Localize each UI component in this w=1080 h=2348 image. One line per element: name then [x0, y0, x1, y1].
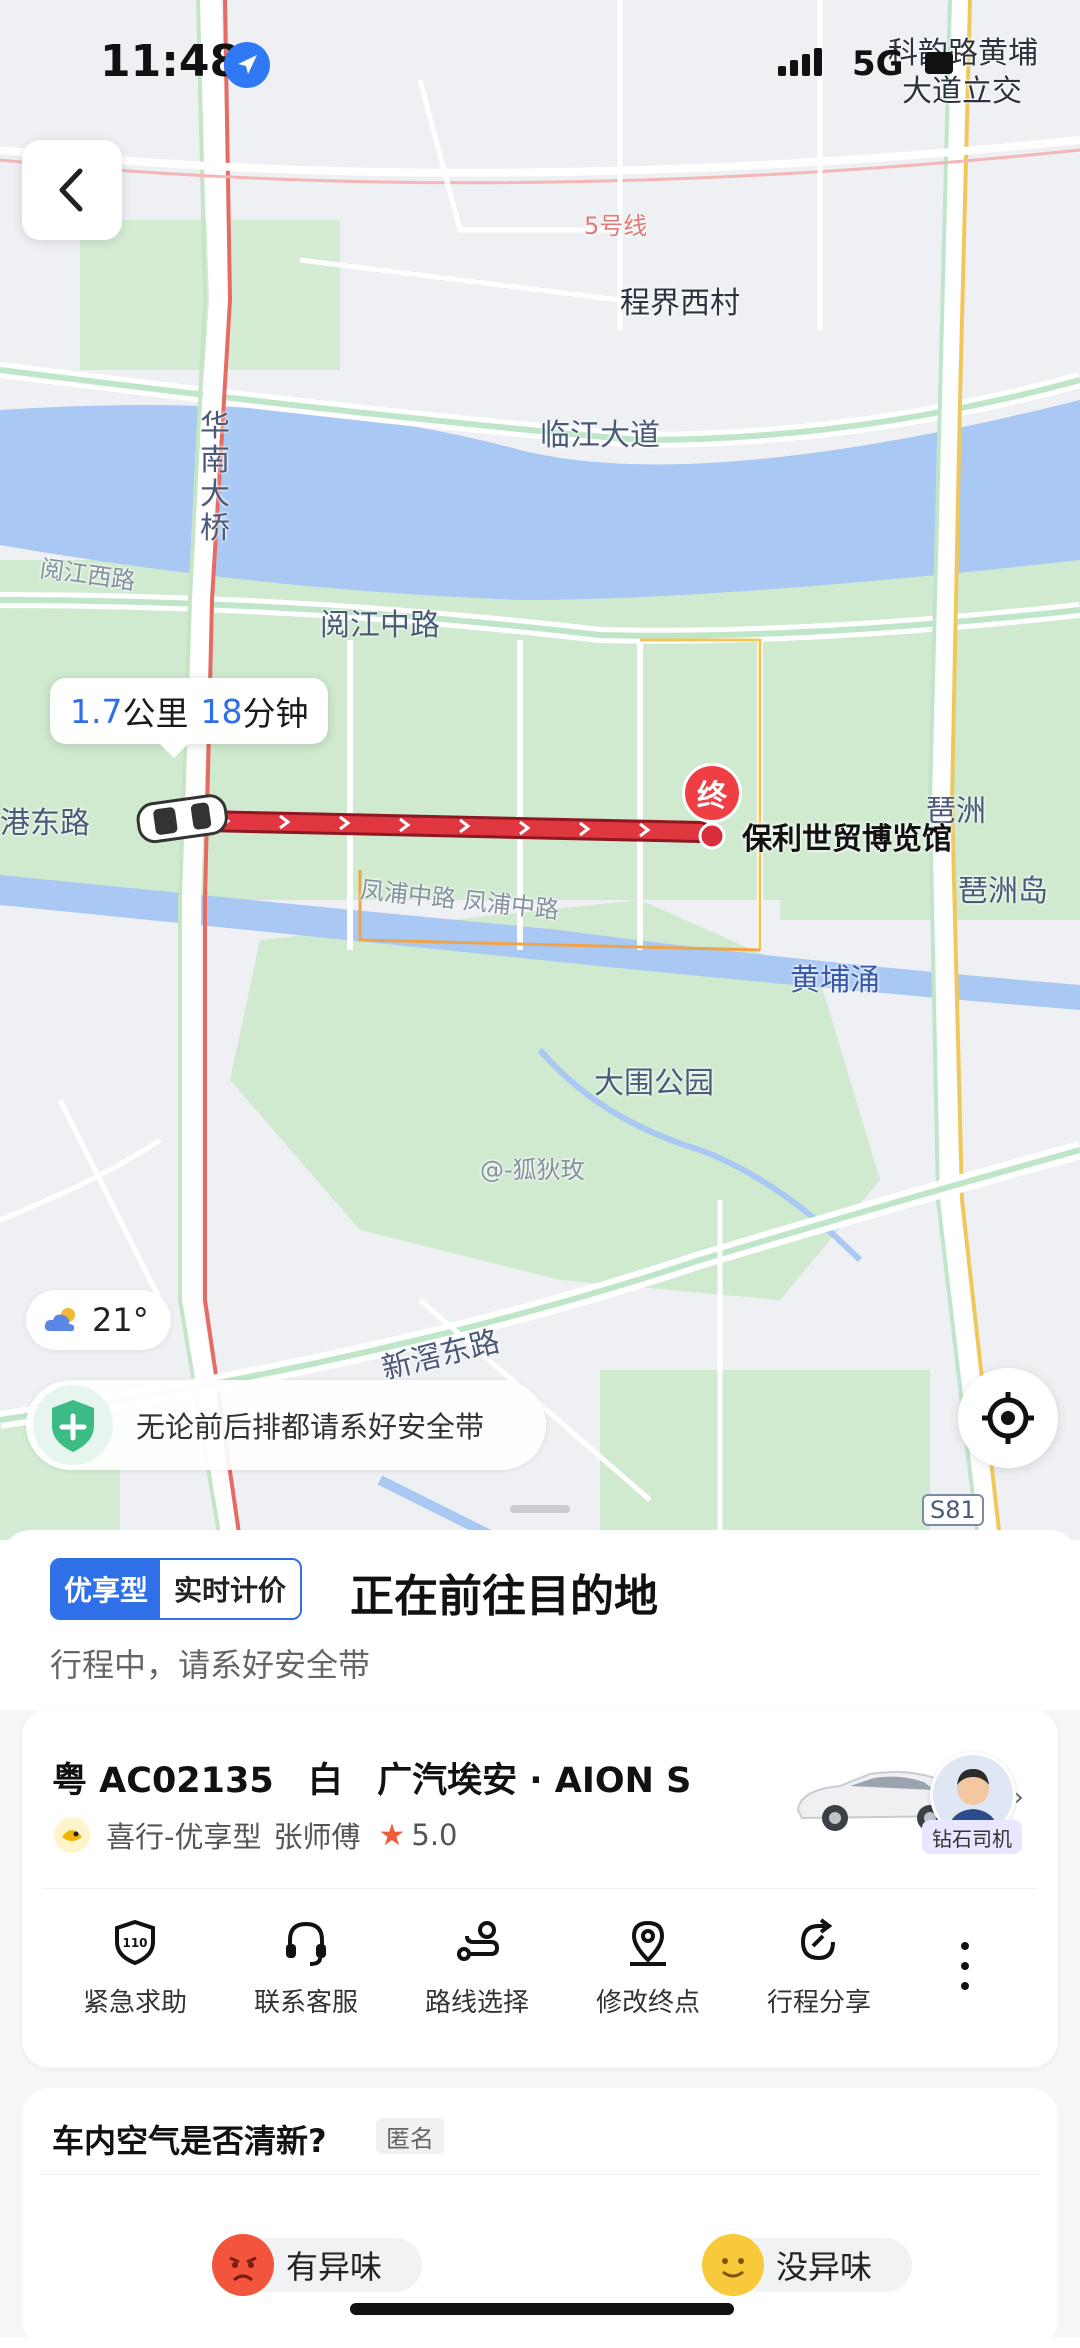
svg-text:110: 110 — [122, 1936, 147, 1950]
home-indicator — [350, 2303, 734, 2315]
map-label: 程界西村 — [620, 286, 740, 321]
divider — [42, 1888, 1038, 1889]
car-model: 广汽埃安 · AION S — [377, 1761, 692, 1801]
rating-value: 5.0 — [411, 1818, 458, 1852]
ride-type-label: 优享型 — [52, 1560, 161, 1618]
eta-bubble: 1.7 公里 18 分钟 — [50, 678, 329, 758]
pricing-label: 实时计价 — [160, 1560, 301, 1618]
eta-minutes-unit: 分钟 — [242, 694, 309, 733]
change-destination-button[interactable]: 修改终点 — [573, 1912, 723, 2019]
destination-badge: 终 — [682, 763, 742, 823]
survey-option-good[interactable]: 没异味 — [702, 2234, 913, 2296]
action-label: 修改终点 — [595, 1988, 700, 2018]
shield-icon — [33, 1385, 113, 1465]
driver-level-badge: 钻石司机 — [922, 1820, 1022, 1854]
eta-distance-unit: 公里 — [122, 694, 189, 733]
divider — [42, 2174, 1038, 2175]
more-vertical-icon — [961, 1942, 969, 1990]
destination-label[interactable]: 保利世贸博览馆 — [742, 814, 952, 858]
safety-tip[interactable]: 无论前后排都请系好安全带 — [26, 1380, 546, 1470]
survey-option-bad-label: 有异味 — [286, 2248, 383, 2286]
partly-cloudy-icon — [44, 1308, 75, 1332]
company-logo-icon — [54, 1817, 90, 1853]
map-label: 华南大桥 — [200, 409, 230, 546]
trip-status-subtitle: 行程中，请系好安全带 — [50, 1646, 371, 1684]
star-icon: ★ — [378, 1817, 406, 1853]
route-icon — [457, 1921, 500, 1961]
signal-icon — [778, 44, 844, 82]
driver-info: 喜行-优享型 张师傅 ★ 5.0 — [52, 1814, 458, 1856]
status-bar: 11:48 5G — [0, 0, 1080, 120]
map-label: 阅江中路 — [320, 608, 440, 643]
map-label: 黄埔涌 — [790, 963, 880, 998]
driver-company: 喜行-优享型 — [106, 1820, 262, 1854]
ride-type-tag: 优享型 实时计价 — [50, 1558, 303, 1620]
survey-question: 车内空气是否清新? — [52, 2122, 327, 2160]
vehicle-info: 粤 AC02135 白 广汽埃安 · AION S — [52, 1752, 691, 1803]
survey-option-good-label: 没异味 — [776, 2248, 873, 2286]
weather-temp: 21° — [92, 1301, 149, 1339]
survey-option-bad[interactable]: 有异味 — [212, 2234, 423, 2296]
smile-face-icon — [702, 2234, 764, 2296]
more-options-button[interactable] — [950, 1936, 980, 2000]
license-plate: 粤 AC02135 — [52, 1761, 274, 1801]
chevron-right-icon[interactable]: › — [1014, 1783, 1024, 1811]
status-time: 11:48 — [100, 36, 241, 87]
car-color: 白 — [307, 1761, 343, 1801]
sos-110-icon: 110 — [115, 1919, 155, 1966]
action-label: 行程分享 — [766, 1988, 871, 2018]
action-label: 紧急求助 — [82, 1988, 187, 2018]
map-label: 5号线 — [584, 212, 648, 240]
location-pin-icon — [630, 1920, 666, 1966]
chevron-left-icon — [59, 168, 83, 212]
anonymous-badge: 匿名 — [376, 2118, 444, 2154]
action-label: 联系客服 — [253, 1988, 358, 2018]
map-label: S81 — [922, 1494, 984, 1526]
route-select-button[interactable]: 路线选择 — [402, 1912, 552, 2019]
sheet-drag-handle[interactable] — [510, 1505, 570, 1513]
locate-button[interactable] — [958, 1368, 1058, 1468]
location-arrow-icon — [224, 42, 270, 88]
emergency-button[interactable]: 110 紧急求助 — [60, 1912, 210, 2019]
eta-distance: 1.7 — [70, 691, 123, 731]
action-label: 路线选择 — [424, 1988, 529, 2018]
map-label: 大围公园 — [594, 1066, 714, 1101]
eta-minutes: 18 — [200, 691, 243, 731]
contact-support-button[interactable]: 联系客服 — [231, 1912, 381, 2019]
map-label: 琶洲岛 — [958, 874, 1048, 909]
trip-status-title: 正在前往目的地 — [350, 1571, 658, 1622]
share-trip-button[interactable]: 行程分享 — [744, 1912, 894, 2019]
battery-icon — [925, 52, 953, 74]
back-button[interactable] — [22, 140, 122, 240]
network-type: 5G — [852, 44, 904, 84]
map-watermark: @-狐狄玫 — [480, 1156, 585, 1184]
share-icon — [800, 1918, 835, 1961]
angry-face-icon — [212, 2234, 274, 2296]
driver-rating: ★ 5.0 — [378, 1818, 457, 1853]
map-label: 港东路 — [0, 806, 90, 841]
safety-tip-text: 无论前后排都请系好安全带 — [136, 1410, 485, 1444]
map-label: 临江大道 — [540, 418, 660, 453]
driver-name: 张师傅 — [273, 1820, 361, 1854]
crosshair-icon — [982, 1392, 1034, 1444]
weather-chip: 21° — [26, 1290, 171, 1350]
headset-icon — [286, 1921, 326, 1966]
